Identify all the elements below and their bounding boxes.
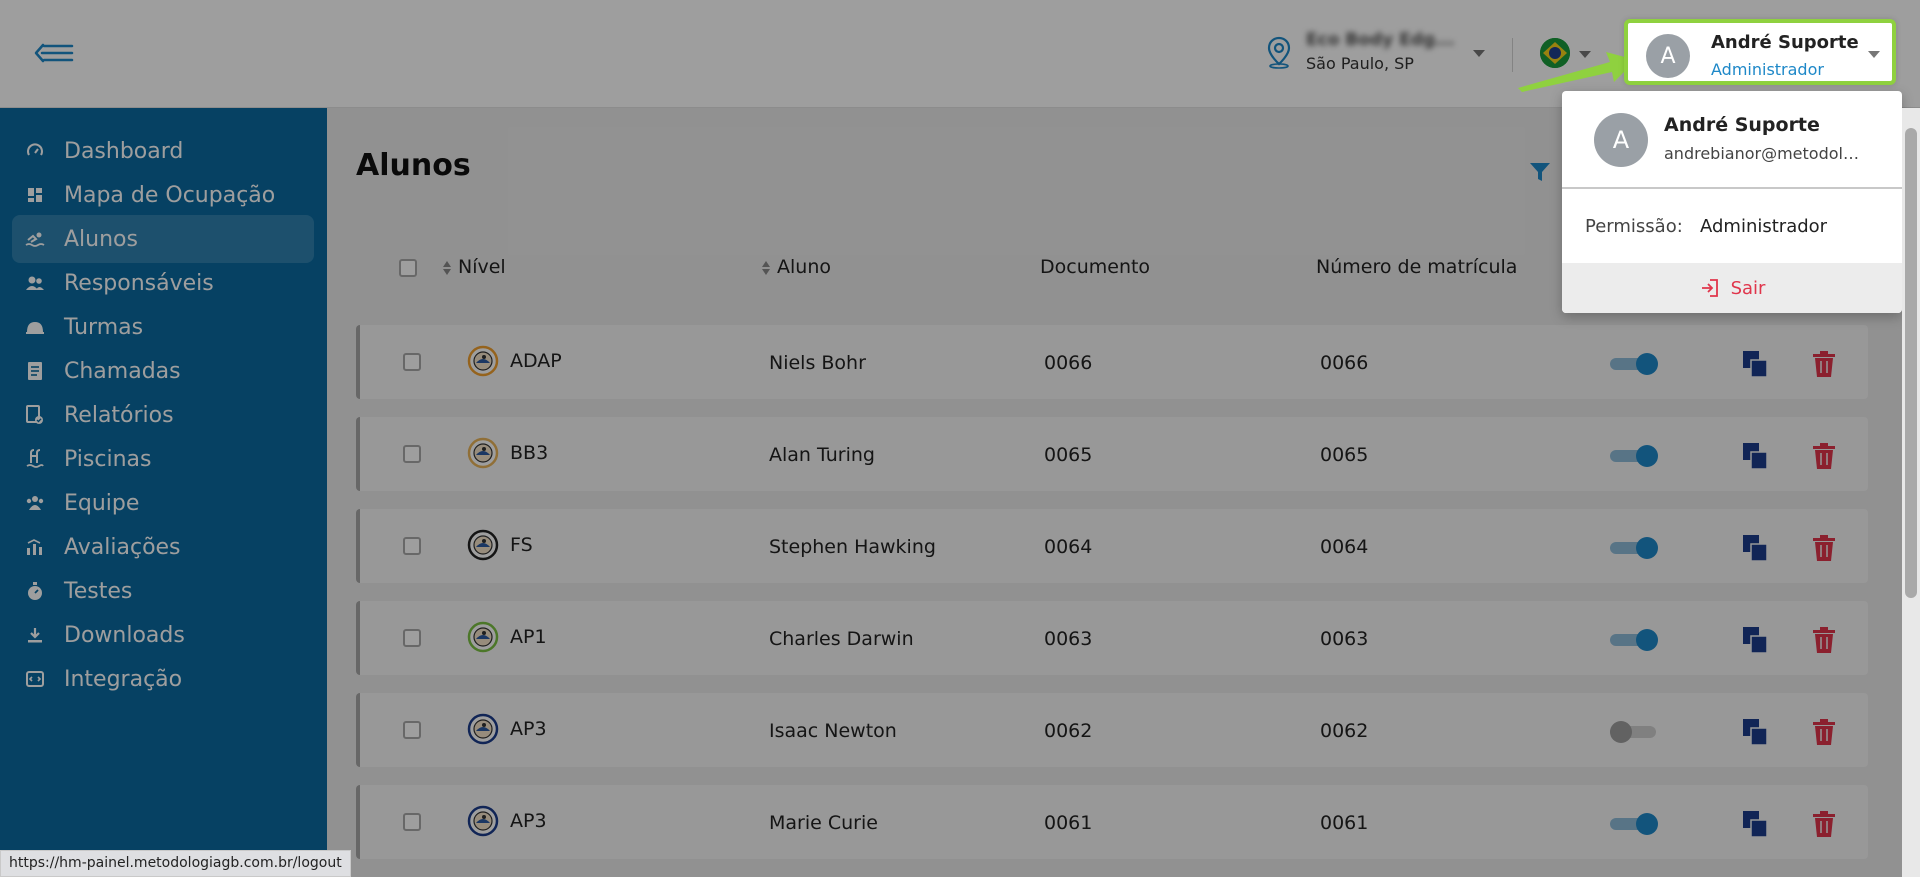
dropdown-avatar: A [1594, 113, 1648, 167]
user-name: André Suporte [1711, 32, 1859, 53]
dropdown-divider [1562, 187, 1902, 189]
annotation-arrow-icon [1518, 52, 1636, 92]
logout-label: Sair [1730, 277, 1766, 299]
permission-value: Administrador [1700, 216, 1828, 237]
status-bar-url: https://hm-painel.metodologiagb.com.br/l… [0, 850, 351, 877]
permission-label: Permissão: [1585, 216, 1683, 237]
dropdown-user-email: andrebianor@metodologiagb.com.br [1664, 144, 1864, 163]
user-menu-button[interactable]: A André Suporte Administrador [1624, 19, 1896, 85]
logout-button[interactable]: Sair [1562, 263, 1902, 313]
user-chevron-down-icon [1868, 51, 1880, 58]
user-dropdown-menu: A André Suporte andrebianor@metodologiag… [1562, 91, 1902, 313]
user-avatar: A [1646, 34, 1690, 78]
page-scrollbar[interactable] [1902, 108, 1920, 877]
scrollbar-thumb[interactable] [1905, 128, 1917, 598]
dropdown-user-name: André Suporte [1664, 114, 1820, 136]
logout-icon [1701, 279, 1718, 297]
user-role: Administrador [1711, 60, 1824, 79]
